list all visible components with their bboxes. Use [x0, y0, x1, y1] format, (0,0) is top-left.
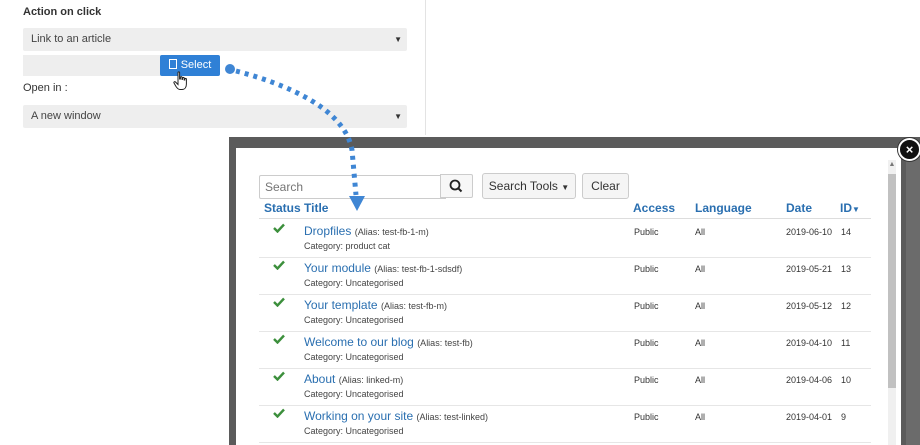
select-button[interactable]: Select	[160, 55, 220, 76]
table-row: Welcome to our blog (Alias: test-fb) Cat…	[259, 331, 871, 369]
article-id: 12	[841, 301, 852, 311]
article-id: 11	[841, 338, 851, 348]
article-date: 2019-04-10	[786, 338, 833, 348]
open-in-label: Open in :	[23, 82, 68, 94]
column-id[interactable]: ID▼	[840, 201, 860, 215]
open-in-select-value: A new window	[31, 110, 101, 122]
article-title-link[interactable]: About	[304, 372, 335, 386]
published-check-icon[interactable]	[273, 371, 285, 381]
column-title[interactable]: Title	[304, 201, 328, 215]
article-access: Public	[634, 338, 659, 348]
column-id-label: ID	[840, 201, 852, 215]
article-id: 14	[841, 227, 852, 237]
column-date[interactable]: Date	[786, 201, 812, 215]
article-category: Category: Uncategorised	[304, 426, 404, 436]
article-field[interactable]	[23, 55, 163, 76]
search-icon	[449, 179, 463, 193]
table-row: Your module (Alias: test-fb-1-sdsdf) Cat…	[259, 257, 871, 295]
article-id: 13	[841, 264, 852, 274]
article-language: All	[695, 375, 706, 385]
article-language: All	[695, 301, 706, 311]
article-alias: (Alias: test-fb-m)	[380, 301, 447, 311]
article-category: Category: Uncategorised	[304, 352, 404, 362]
article-alias: (Alias: test-linked)	[416, 412, 489, 422]
article-category: Category: Uncategorised	[304, 315, 404, 325]
select-button-label: Select	[180, 59, 212, 71]
scrollbar-thumb[interactable]	[888, 174, 896, 388]
article-access: Public	[634, 227, 659, 237]
sort-desc-icon: ▼	[852, 205, 860, 214]
article-date: 2019-05-21	[786, 264, 833, 274]
article-date: 2019-04-01	[786, 412, 833, 422]
column-status[interactable]: Status	[264, 201, 301, 215]
open-in-select[interactable]: A new window ▼	[23, 105, 407, 128]
article-title-link[interactable]: Your template	[304, 298, 378, 312]
action-select[interactable]: Link to an article ▼	[23, 28, 407, 51]
article-language: All	[695, 227, 706, 237]
article-title-link[interactable]: Your module	[304, 261, 371, 275]
article-access: Public	[634, 375, 659, 385]
article-date: 2019-05-12	[786, 301, 833, 311]
search-tools-label: Search Tools	[488, 179, 558, 193]
article-alias: (Alias: test-fb-1-sdsdf)	[374, 264, 463, 274]
published-check-icon[interactable]	[273, 297, 285, 307]
table-row: About (Alias: linked-m) Category: Uncate…	[259, 368, 871, 406]
article-access: Public	[634, 264, 659, 274]
action-on-click-heading: Action on click	[23, 6, 102, 18]
article-title-link[interactable]: Dropfiles	[304, 224, 351, 238]
file-icon	[168, 59, 177, 69]
article-language: All	[695, 412, 706, 422]
article-id: 9	[841, 412, 847, 422]
published-check-icon[interactable]	[273, 223, 285, 233]
article-access: Public	[634, 412, 659, 422]
header-divider	[259, 218, 871, 219]
article-category: Category: Uncategorised	[304, 278, 404, 288]
column-access[interactable]: Access	[633, 201, 675, 215]
column-language[interactable]: Language	[695, 201, 752, 215]
table-row: Dropfiles (Alias: test-fb-1-m) Category:…	[259, 220, 871, 258]
article-category: Category: product cat	[304, 241, 391, 251]
modal-scrollbar[interactable]: ▲	[888, 160, 896, 445]
backdrop-edge	[906, 150, 920, 445]
article-language: All	[695, 338, 706, 348]
search-tools-button[interactable]: Search Tools ▼	[482, 173, 576, 199]
action-select-value: Link to an article	[31, 33, 112, 45]
clear-button[interactable]: Clear	[582, 173, 629, 199]
article-date: 2019-04-06	[786, 375, 833, 385]
chevron-down-icon: ▼	[394, 112, 402, 121]
article-picker-modal: Search Tools ▼ Clear Status Title Access…	[236, 148, 901, 445]
search-button[interactable]	[440, 174, 473, 198]
article-language: All	[695, 264, 706, 274]
published-check-icon[interactable]	[273, 334, 285, 344]
article-alias: (Alias: linked-m)	[338, 375, 404, 385]
article-date: 2019-06-10	[786, 227, 833, 237]
article-alias: (Alias: test-fb-1-m)	[354, 227, 429, 237]
article-id: 10	[841, 375, 852, 385]
table-row: Working on your site (Alias: test-linked…	[259, 405, 871, 443]
search-input[interactable]	[259, 175, 446, 199]
scroll-up-icon[interactable]: ▲	[888, 160, 896, 170]
article-title-link[interactable]: Welcome to our blog	[304, 335, 414, 349]
article-access: Public	[634, 301, 659, 311]
published-check-icon[interactable]	[273, 408, 285, 418]
article-alias: (Alias: test-fb)	[417, 338, 473, 348]
close-icon[interactable]: ×	[898, 138, 920, 161]
settings-panel: Action on click Link to an article ▼ Sel…	[0, 0, 426, 135]
published-check-icon[interactable]	[273, 260, 285, 270]
hand-cursor-icon	[173, 71, 187, 90]
article-title-link[interactable]: Working on your site	[304, 409, 413, 423]
chevron-down-icon: ▼	[394, 35, 402, 44]
article-category: Category: Uncategorised	[304, 389, 404, 399]
caret-down-icon: ▼	[561, 183, 570, 192]
table-row: Your template (Alias: test-fb-m) Categor…	[259, 294, 871, 332]
